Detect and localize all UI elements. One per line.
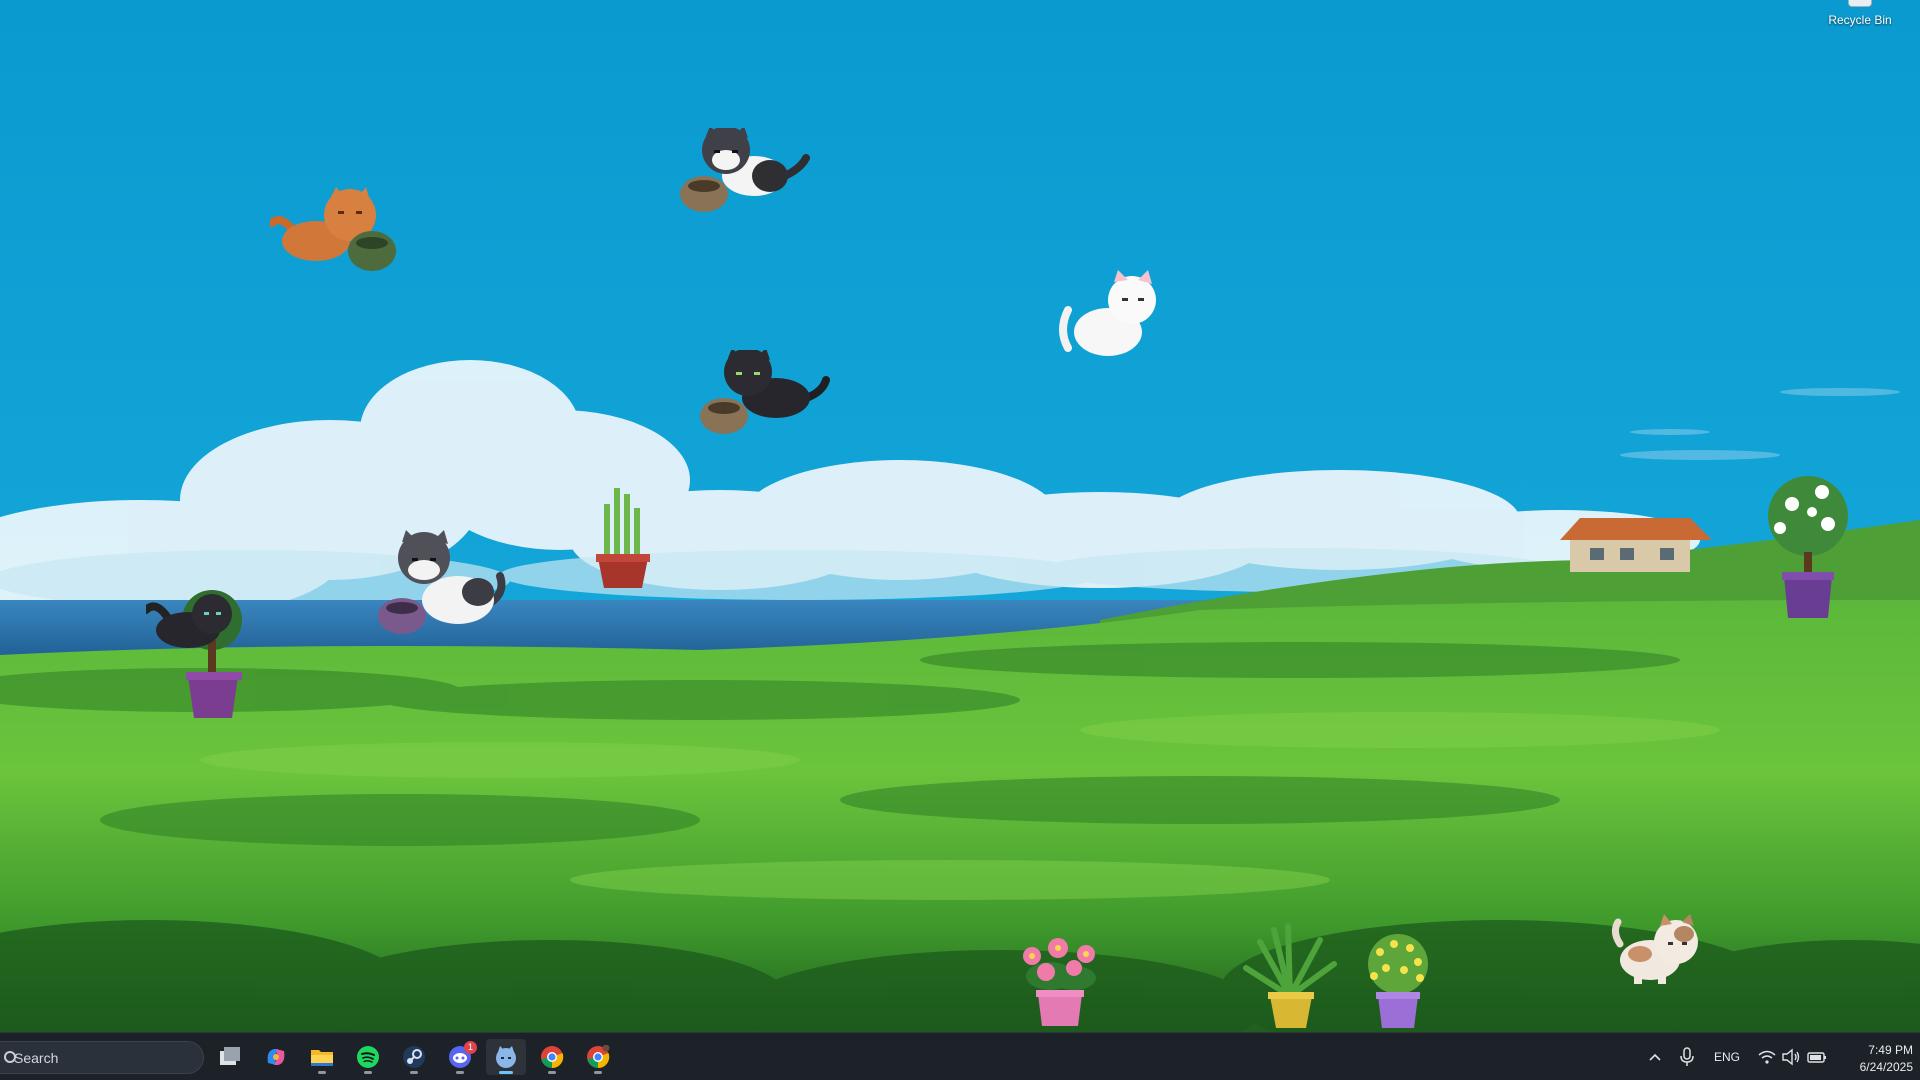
running-indicator (499, 1071, 513, 1074)
black-cat-pet[interactable] (700, 350, 830, 440)
gray-white-cat-pet[interactable] (378, 530, 508, 635)
spotify-icon (357, 1046, 379, 1068)
running-indicator (594, 1071, 602, 1074)
taskbar-copilot[interactable] (256, 1039, 296, 1075)
language-indicator[interactable]: ENG (1714, 1050, 1740, 1064)
spiky-plant-pot[interactable] (1240, 920, 1340, 1030)
yellow-flower-plant-pot[interactable] (1360, 934, 1436, 1030)
volume-status[interactable] (1780, 1045, 1802, 1069)
speaker-icon (1782, 1048, 1800, 1066)
battery-icon (1807, 1052, 1826, 1063)
flower-tree-plant-pot[interactable] (1762, 472, 1852, 622)
taskbar-task-view[interactable] (210, 1039, 250, 1075)
taskbar-desktop-pet[interactable] (486, 1039, 526, 1075)
white-cat-pet[interactable] (1058, 270, 1168, 360)
clock-date[interactable]: 6/24/2025 (1843, 1060, 1913, 1074)
task-view-icon (220, 1047, 240, 1065)
running-indicator (318, 1071, 326, 1074)
folder-icon (311, 1050, 333, 1066)
microphone-icon (1680, 1047, 1694, 1066)
running-indicator (456, 1071, 464, 1074)
desktop[interactable]: Recycle Bin (0, 0, 1920, 1032)
copilot-icon (267, 1049, 285, 1065)
taskbar-file-explorer[interactable] (302, 1039, 342, 1075)
wifi-icon (1758, 1050, 1776, 1064)
chrome-icon (541, 1046, 564, 1069)
orange-cat-pet[interactable] (270, 185, 400, 275)
pink-flower-plant-pot[interactable] (1010, 936, 1110, 1028)
recycle-bin-icon[interactable]: Recycle Bin (1820, 0, 1900, 32)
trash-icon (1848, 0, 1872, 7)
battery-status[interactable] (1806, 1045, 1828, 1069)
taskbar: Search 1 ENG 7:49 PM 6/24/2025 (0, 1032, 1920, 1080)
search-box[interactable]: Search (0, 1041, 204, 1074)
pet-app-icon (496, 1046, 516, 1068)
taskbar-discord[interactable]: 1 (440, 1039, 480, 1075)
taskbar-steam[interactable] (394, 1039, 434, 1075)
microphone-status[interactable] (1676, 1045, 1698, 1069)
taskbar-spotify[interactable] (348, 1039, 388, 1075)
running-indicator (410, 1071, 418, 1074)
black-cat-on-plant-pet[interactable] (146, 580, 256, 725)
steam-icon (403, 1046, 425, 1068)
cactus-plant-pot[interactable] (590, 484, 654, 590)
running-indicator (364, 1071, 372, 1074)
chevron-up-icon (1649, 1053, 1661, 1061)
wallpaper-landscape (0, 0, 1920, 1032)
recycle-bin-label: Recycle Bin (1828, 13, 1892, 27)
calico-cat-pet[interactable] (1610, 914, 1706, 986)
running-indicator (548, 1071, 556, 1074)
chrome-icon (587, 1045, 610, 1069)
taskbar-chrome[interactable] (532, 1039, 572, 1075)
tuxedo-cat-pet[interactable] (680, 128, 810, 218)
network-status[interactable] (1756, 1045, 1778, 1069)
search-placeholder: Search (14, 1050, 59, 1066)
notification-badge: 1 (464, 1041, 477, 1054)
taskbar-chrome-profile[interactable] (578, 1039, 618, 1075)
clock-time[interactable]: 7:49 PM (1853, 1043, 1913, 1057)
show-hidden-icons-button[interactable] (1644, 1045, 1666, 1069)
